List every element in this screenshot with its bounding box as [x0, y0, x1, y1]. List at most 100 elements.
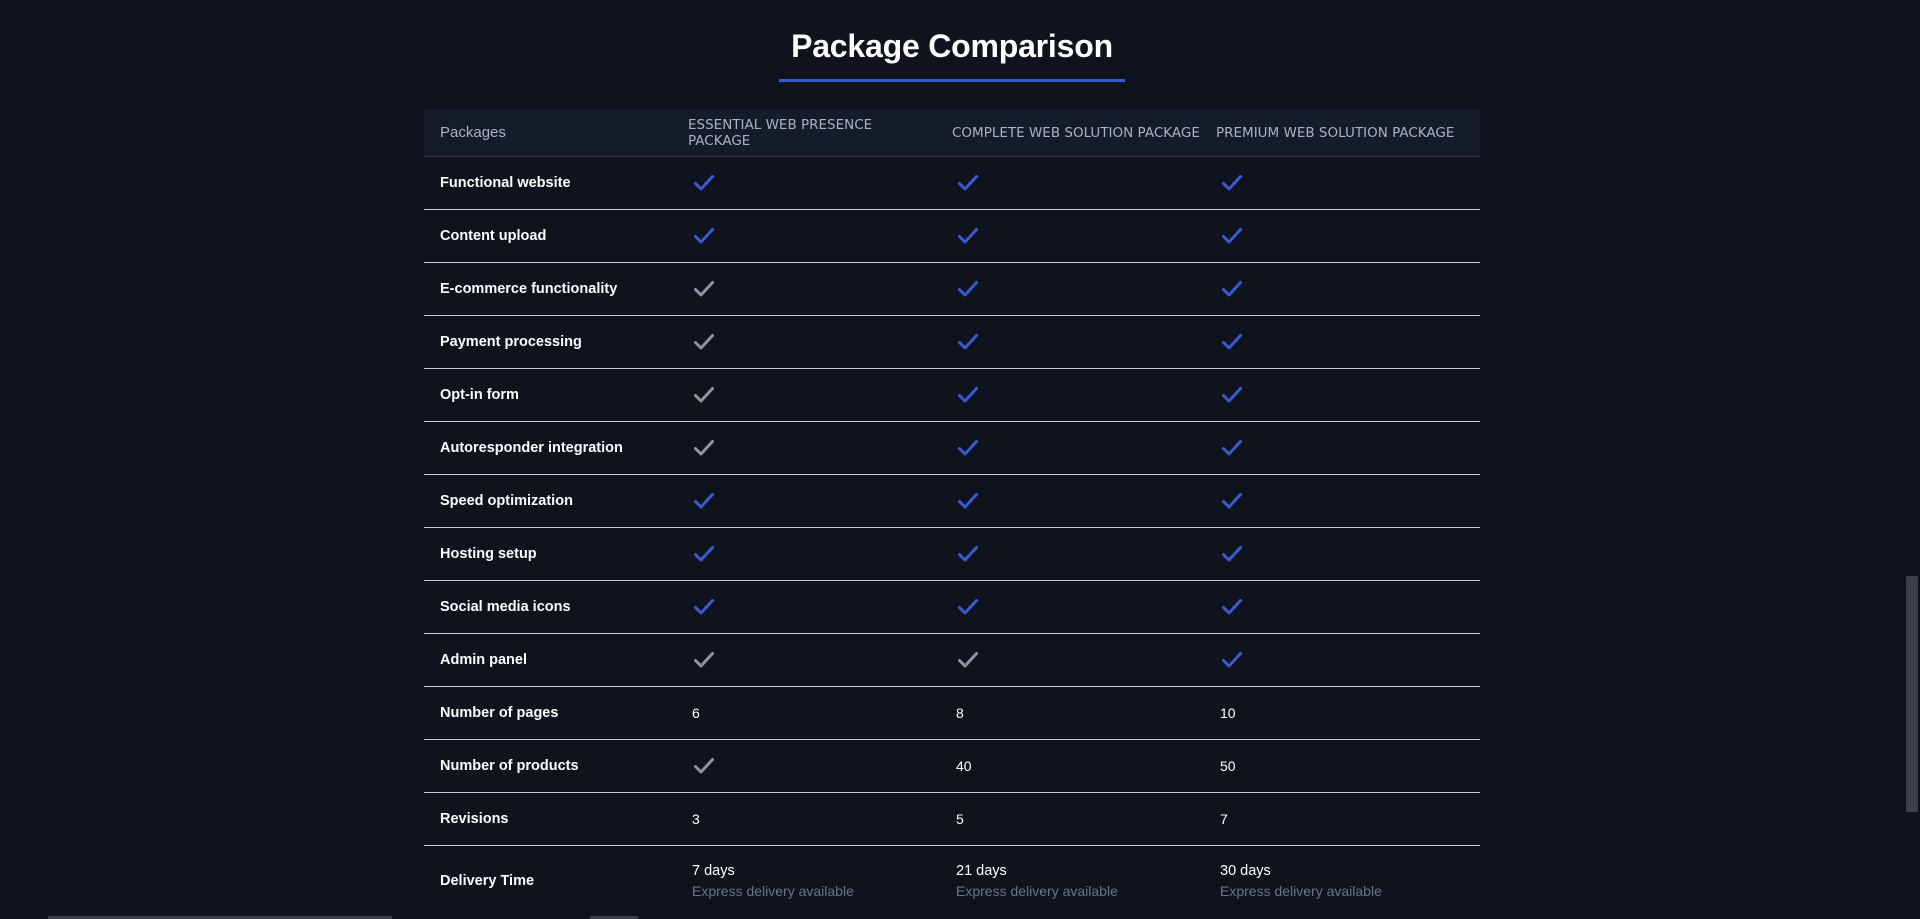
- check-cell: [1200, 368, 1480, 422]
- express-note: Express delivery available: [956, 883, 1118, 899]
- check-cell: [1200, 633, 1480, 687]
- table-row: Number of pages 6 8 10: [424, 686, 1480, 740]
- check-icon: [956, 383, 980, 407]
- check-icon: [956, 542, 980, 566]
- feature-label: Number of products: [424, 739, 672, 793]
- check-cell: [1200, 262, 1480, 316]
- check-icon: [692, 436, 716, 460]
- comparison-table-wrap: Packages ESSENTIAL WEB PRESENCE PACKAGE …: [424, 109, 1480, 916]
- page-title: Package Comparison: [779, 22, 1125, 82]
- check-icon: [692, 330, 716, 354]
- check-icon: [1220, 277, 1244, 301]
- header-premium: PREMIUM WEB SOLUTION PACKAGE: [1200, 109, 1480, 157]
- check-cell: [672, 315, 936, 369]
- check-icon: [1220, 171, 1244, 195]
- check-cell: [1200, 209, 1480, 263]
- table-row: Number of products 40 50: [424, 739, 1480, 793]
- check-icon: [956, 648, 980, 672]
- table-row: Hosting setup: [424, 527, 1480, 581]
- feature-label: Number of pages: [424, 686, 672, 740]
- feature-label: Social media icons: [424, 580, 672, 634]
- check-cell: [936, 527, 1200, 581]
- check-icon: [956, 436, 980, 460]
- header-essential: ESSENTIAL WEB PRESENCE PACKAGE: [672, 109, 936, 157]
- value-cell: 5: [936, 792, 1200, 846]
- comparison-table: Packages ESSENTIAL WEB PRESENCE PACKAGE …: [424, 109, 1480, 916]
- feature-label: Speed optimization: [424, 474, 672, 528]
- table-row: Social media icons: [424, 580, 1480, 634]
- check-cell: [936, 633, 1200, 687]
- check-icon: [692, 489, 716, 513]
- value-cell: 7: [1200, 792, 1480, 846]
- table-row: Payment processing: [424, 315, 1480, 369]
- scrollbar-thumb[interactable]: [1906, 576, 1918, 812]
- check-icon: [692, 542, 716, 566]
- feature-label: Functional website: [424, 156, 672, 210]
- table-row: Functional website: [424, 156, 1480, 210]
- check-cell: [672, 633, 936, 687]
- check-cell: [672, 368, 936, 422]
- check-icon: [956, 224, 980, 248]
- delivery-days: 30 days: [1220, 863, 1271, 879]
- check-cell: [1200, 580, 1480, 634]
- feature-label: Hosting setup: [424, 527, 672, 581]
- header-complete: COMPLETE WEB SOLUTION PACKAGE: [936, 109, 1200, 157]
- express-note: Express delivery available: [1220, 883, 1382, 899]
- table-row: E-commerce functionality: [424, 262, 1480, 316]
- check-icon: [692, 383, 716, 407]
- check-icon: [1220, 224, 1244, 248]
- value-cell: 40: [936, 739, 1200, 793]
- check-icon: [1220, 648, 1244, 672]
- delivery-cell: 7 days Express delivery available: [672, 846, 936, 917]
- check-cell: [936, 209, 1200, 263]
- check-cell: [1200, 527, 1480, 581]
- delivery-cell: 30 days Express delivery available: [1200, 846, 1480, 917]
- check-cell: [672, 739, 936, 793]
- header-row: Packages ESSENTIAL WEB PRESENCE PACKAGE …: [424, 109, 1480, 157]
- check-icon: [956, 171, 980, 195]
- check-cell: [936, 421, 1200, 475]
- express-note: Express delivery available: [692, 883, 854, 899]
- table-row: Opt-in form: [424, 368, 1480, 422]
- check-icon: [692, 224, 716, 248]
- check-icon: [956, 330, 980, 354]
- check-cell: [936, 156, 1200, 210]
- title-wrap: Package Comparison: [0, 22, 1904, 82]
- check-cell: [1200, 474, 1480, 528]
- check-cell: [1200, 315, 1480, 369]
- header-packages: Packages: [424, 109, 672, 157]
- feature-label: E-commerce functionality: [424, 262, 672, 316]
- check-cell: [672, 209, 936, 263]
- page: Package Comparison Packages ESSENTIAL WE…: [0, 0, 1920, 919]
- check-cell: [936, 474, 1200, 528]
- table-row: Revisions 3 5 7: [424, 792, 1480, 846]
- vertical-scrollbar[interactable]: [1904, 0, 1920, 919]
- check-cell: [672, 580, 936, 634]
- delivery-days: 7 days: [692, 863, 735, 879]
- feature-label: Opt-in form: [424, 368, 672, 422]
- table-row: Speed optimization: [424, 474, 1480, 528]
- check-icon: [692, 277, 716, 301]
- check-icon: [1220, 542, 1244, 566]
- check-icon: [692, 648, 716, 672]
- check-icon: [692, 171, 716, 195]
- check-cell: [672, 262, 936, 316]
- table-row: Content upload: [424, 209, 1480, 263]
- value-cell: 3: [672, 792, 936, 846]
- check-cell: [936, 315, 1200, 369]
- value-cell: 8: [936, 686, 1200, 740]
- check-cell: [672, 527, 936, 581]
- check-icon: [1220, 595, 1244, 619]
- table-body: Functional website Content upload E-commer…: [424, 156, 1480, 917]
- check-cell: [672, 156, 936, 210]
- feature-label: Content upload: [424, 209, 672, 263]
- table-row: Admin panel: [424, 633, 1480, 687]
- value-cell: 10: [1200, 686, 1480, 740]
- check-cell: [936, 580, 1200, 634]
- check-icon: [692, 595, 716, 619]
- check-icon: [1220, 383, 1244, 407]
- check-cell: [672, 421, 936, 475]
- check-cell: [936, 368, 1200, 422]
- check-icon: [956, 277, 980, 301]
- delivery-days: 21 days: [956, 863, 1007, 879]
